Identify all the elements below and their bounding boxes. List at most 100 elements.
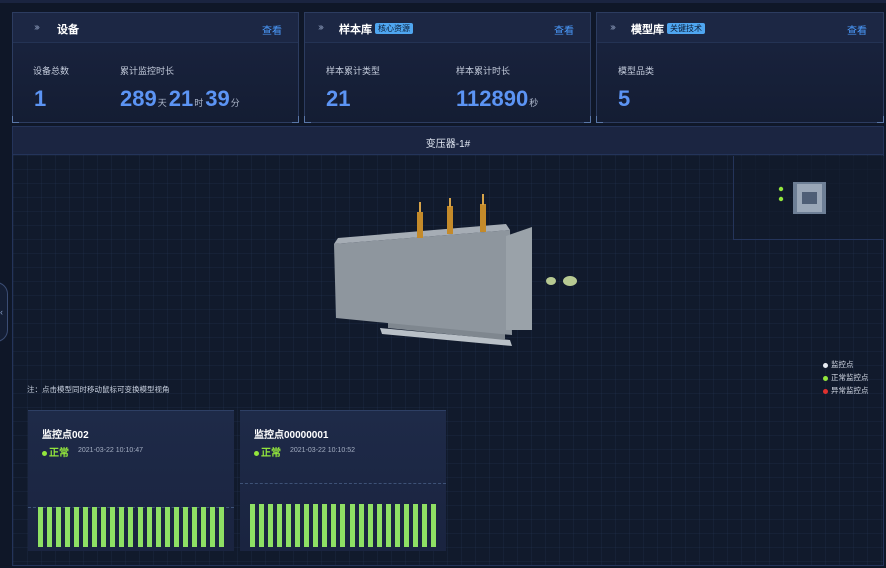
model-view-link[interactable]: 查看 xyxy=(847,22,867,37)
legend-monitor-point: 监控点 xyxy=(823,358,869,371)
waveform-bar xyxy=(367,504,373,547)
waveform-bar xyxy=(56,507,62,547)
legend-normal-point: 正常监控点 xyxy=(823,371,869,384)
dot-icon xyxy=(823,375,828,381)
waveform-bar xyxy=(191,507,197,547)
bushing-2 xyxy=(447,206,453,234)
waveform-bar xyxy=(268,504,274,547)
waveform-bar xyxy=(403,504,409,547)
chevrons-icon: ››› xyxy=(318,22,324,33)
waveform-bar xyxy=(137,507,143,547)
device-view-link[interactable]: 查看 xyxy=(262,22,282,37)
monitor-status: 正常 xyxy=(42,444,69,459)
waveform-bar xyxy=(155,507,161,547)
waveform-bars xyxy=(38,507,224,547)
baseline-divider xyxy=(240,483,446,484)
key-tech-tag: 关键技术 xyxy=(667,23,705,34)
viewer-header: 变压器-1# xyxy=(13,127,883,155)
device-name-title: 变压器-1# xyxy=(425,139,471,150)
core-resource-tag: 核心资源 xyxy=(375,23,413,34)
waveform-bar xyxy=(376,504,382,547)
monitor-name: 监控点002 xyxy=(42,430,89,441)
chevrons-icon: ››› xyxy=(34,22,40,33)
waveform-bar xyxy=(304,504,310,547)
waveform-bar xyxy=(128,507,134,547)
monitor-card[interactable]: 监控点002 正常 2021-03-22 10:10:47 xyxy=(28,410,234,551)
monitor-point-marker[interactable] xyxy=(563,276,577,286)
sample-duration-value: 112890秒 xyxy=(456,86,539,111)
dot-icon xyxy=(823,388,828,394)
device-card-title: 设备 xyxy=(57,24,79,36)
monitor-status: 正常 xyxy=(254,444,281,459)
waveform-bar xyxy=(412,504,418,547)
waveform-bar xyxy=(322,504,328,547)
waveform-bar xyxy=(119,507,125,547)
waveform-bar xyxy=(421,504,427,547)
waveform-bar xyxy=(349,504,355,547)
waveform-bar xyxy=(38,507,43,547)
waveform-bar xyxy=(200,507,206,547)
sidebar-toggle[interactable]: ‹ xyxy=(0,282,8,342)
waveform-bar xyxy=(101,507,107,547)
dot-icon xyxy=(823,362,828,368)
model-card-title: 模型库 xyxy=(631,24,664,36)
waveform-bar xyxy=(295,504,301,547)
status-dot-icon xyxy=(42,450,47,456)
monitor-timestamp: 2021-03-22 10:10:52 xyxy=(290,447,355,454)
waveform-bar xyxy=(358,504,364,547)
waveform-bar xyxy=(277,504,283,547)
sample-view-link[interactable]: 查看 xyxy=(554,22,574,37)
waveform-bar xyxy=(340,504,346,547)
monitor-duration-value: 289天21时39分 xyxy=(120,86,240,111)
model-card-header: ››› 模型库 关键技术 查看 xyxy=(597,13,883,43)
waveform-bar xyxy=(218,507,224,547)
legend-abnormal-point: 异常监控点 xyxy=(823,384,869,397)
model-library-card: ››› 模型库 关键技术 查看 模型品类 5 xyxy=(596,12,884,123)
waveform-bar xyxy=(331,504,337,547)
waveform-bars xyxy=(250,504,436,547)
waveform-bar xyxy=(47,507,53,547)
legend: 监控点 正常监控点 异常监控点 xyxy=(823,358,869,397)
waveform-bar xyxy=(394,504,400,547)
waveform-bar xyxy=(250,504,255,547)
waveform-bar xyxy=(164,507,170,547)
minimap-transformer xyxy=(778,182,826,214)
transformer-tank xyxy=(334,230,512,335)
transformer-radiator xyxy=(506,227,532,330)
device-card-header: ››› 设备 查看 xyxy=(13,13,298,43)
chevron-left-icon: ‹ xyxy=(0,307,3,317)
waveform-bar xyxy=(385,504,391,547)
waveform-bar xyxy=(259,504,265,547)
sample-types-label: 样本累计类型 xyxy=(326,66,381,76)
waveform-bar xyxy=(182,507,188,547)
device-total-label: 设备总数 xyxy=(33,66,70,76)
view-hint-note: 注：点击模型同时移动鼠标可变换模型视角 xyxy=(27,385,170,394)
sample-card-title: 样本库 xyxy=(339,24,372,36)
waveform-bar xyxy=(110,507,116,547)
model-category-value: 5 xyxy=(618,86,631,111)
device-card: ››› 设备 查看 设备总数 1 累计监控时长 289天21时39分 xyxy=(12,12,299,123)
bushing-3 xyxy=(480,204,486,232)
monitor-point-marker[interactable] xyxy=(546,277,556,285)
status-dot-icon xyxy=(254,450,259,456)
waveform-bar xyxy=(286,504,292,547)
monitor-timestamp: 2021-03-22 10:10:47 xyxy=(78,447,143,454)
model-category-label: 模型品类 xyxy=(618,66,655,76)
waveform-bar xyxy=(83,507,89,547)
waveform-bar xyxy=(65,507,71,547)
bushing-1 xyxy=(417,212,423,238)
sample-duration-label: 样本累计时长 xyxy=(456,66,511,76)
minimap[interactable] xyxy=(733,156,884,240)
transformer-3d-model[interactable] xyxy=(320,180,590,350)
waveform-bar xyxy=(209,507,215,547)
top-border xyxy=(0,0,886,3)
waveform-bar xyxy=(173,507,179,547)
monitor-card[interactable]: 监控点00000001 正常 2021-03-22 10:10:52 xyxy=(240,410,446,551)
monitor-duration-label: 累计监控时长 xyxy=(120,66,175,76)
waveform-bar xyxy=(74,507,80,547)
waveform-bar xyxy=(430,504,436,547)
sample-library-card: ››› 样本库 核心资源 查看 样本累计类型 21 样本累计时长 112890秒 xyxy=(304,12,591,123)
monitor-name: 监控点00000001 xyxy=(254,430,329,441)
chevrons-icon: ››› xyxy=(610,22,616,33)
waveform-bar xyxy=(92,507,98,547)
